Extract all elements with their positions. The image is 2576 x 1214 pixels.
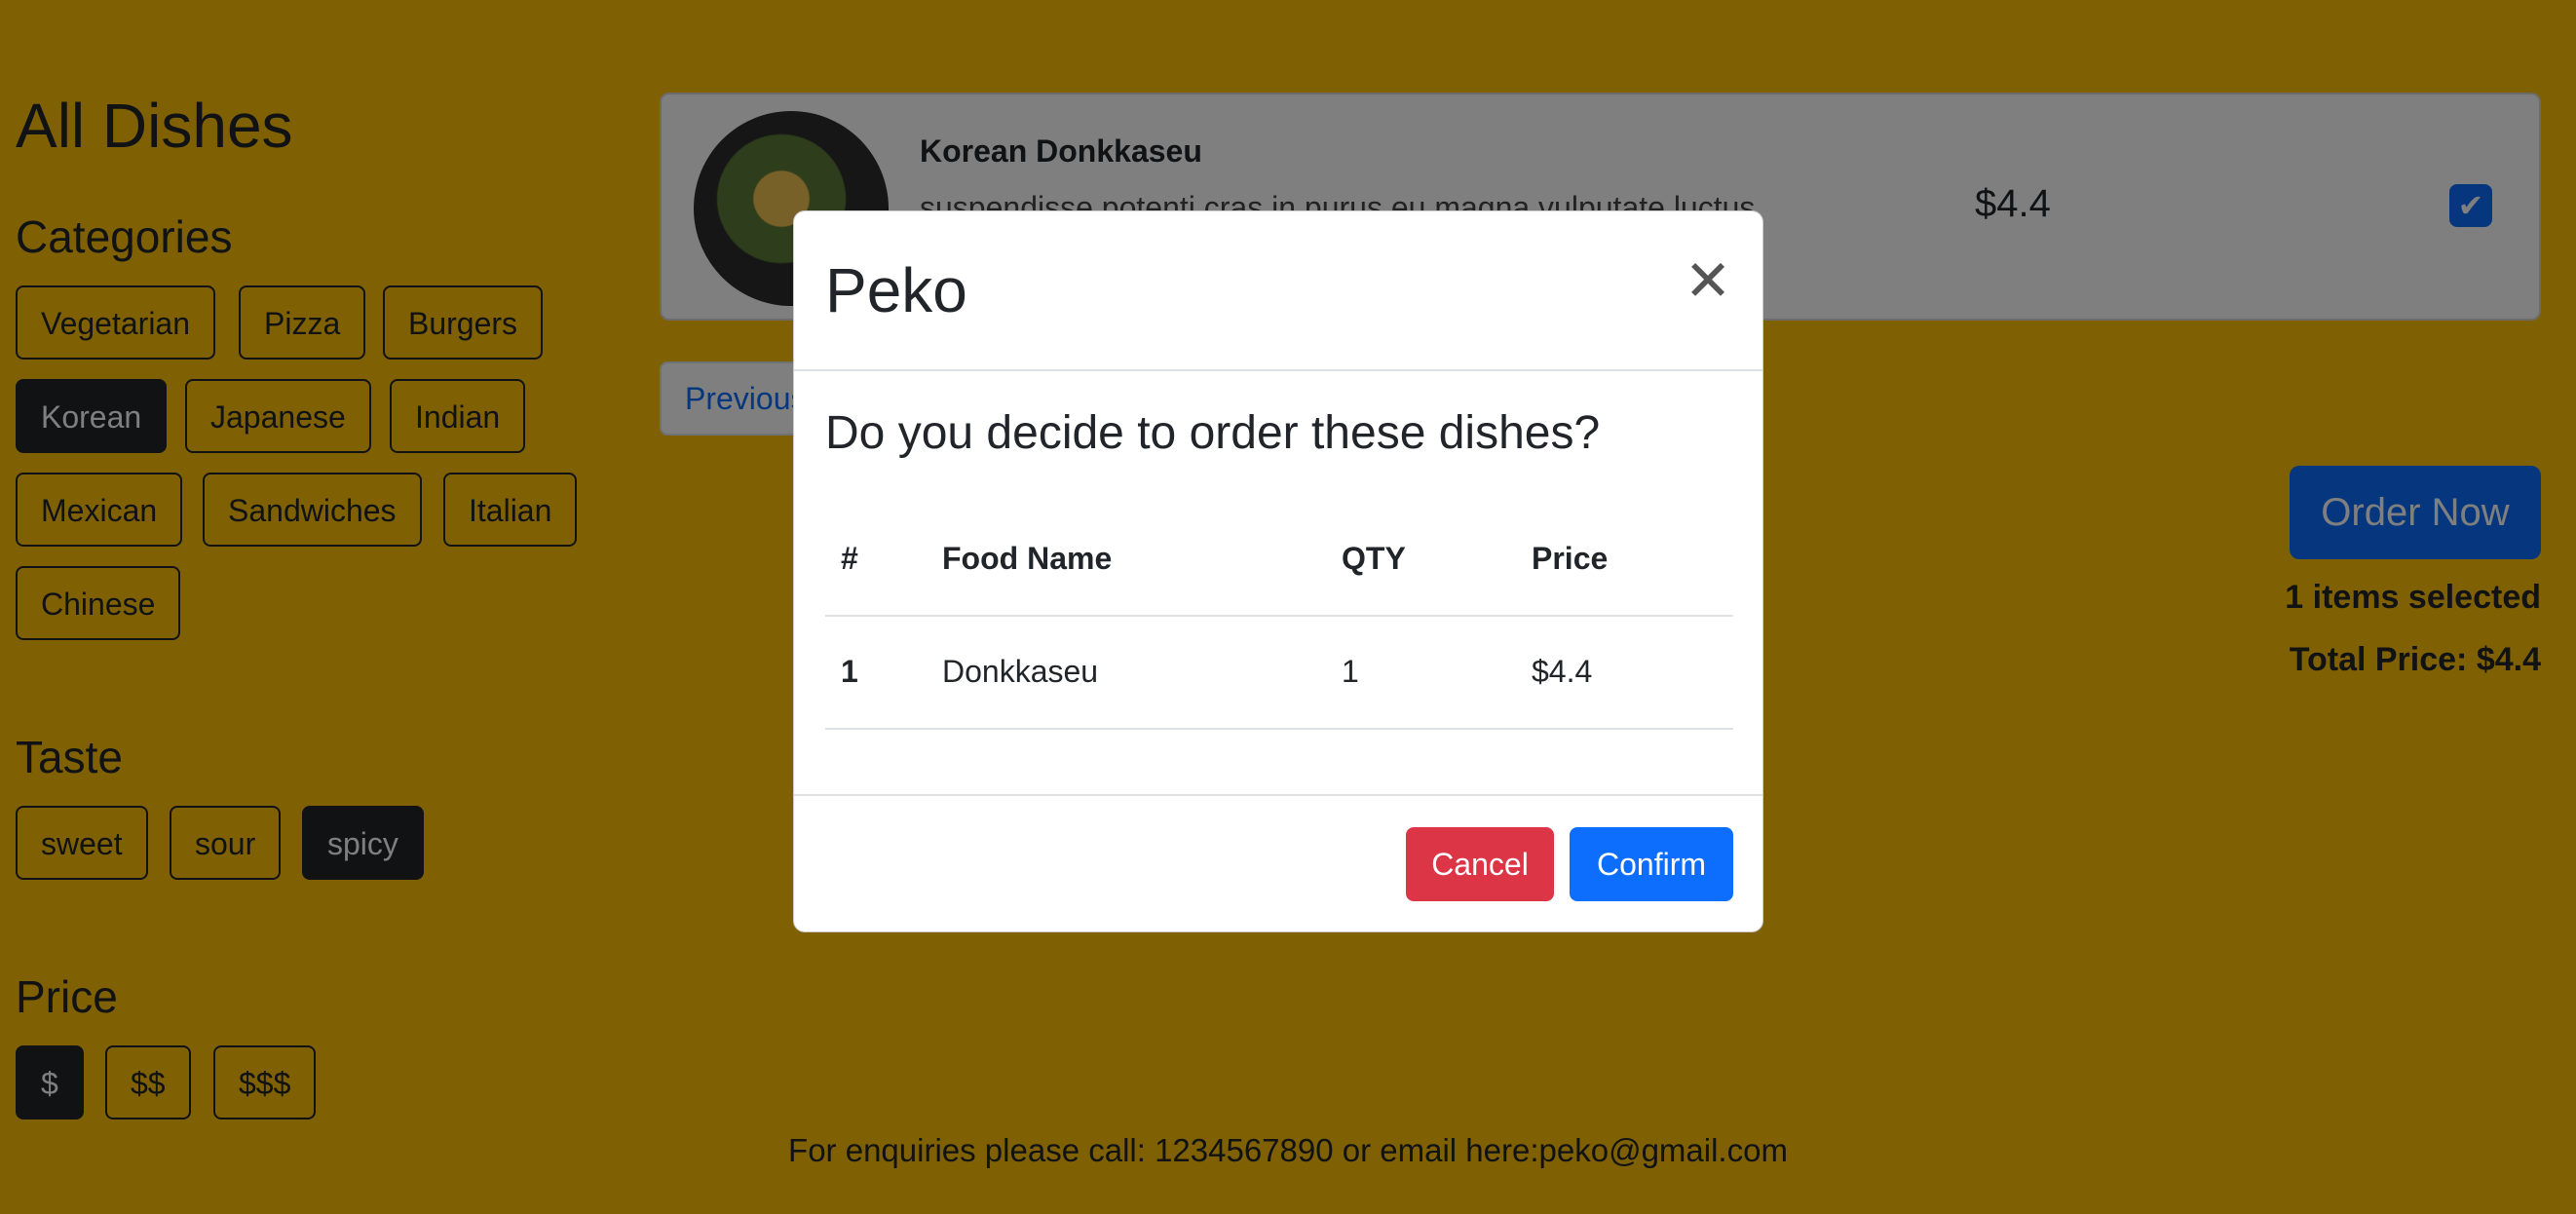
table-header-qty: QTY	[1342, 541, 1406, 576]
table-cell-qty: 1	[1342, 654, 1359, 689]
table-header-food-name: Food Name	[942, 541, 1113, 576]
close-icon: ✕	[1684, 249, 1732, 313]
modal-header: Peko ✕	[794, 211, 1762, 371]
confirm-button[interactable]: Confirm	[1570, 827, 1733, 901]
cancel-button[interactable]: Cancel	[1406, 827, 1554, 901]
table-row: 1 Donkkaseu 1 $4.4	[825, 617, 1733, 730]
modal-footer: Cancel Confirm	[794, 794, 1762, 932]
modal-question: Do you decide to order these dishes?	[825, 407, 1601, 459]
table-cell-food-name: Donkkaseu	[942, 654, 1099, 689]
table-header-price: Price	[1532, 541, 1609, 576]
table-header-row: # Food Name QTY Price	[825, 504, 1733, 617]
modal-title: Peko	[825, 255, 967, 325]
table-cell-index: 1	[841, 654, 858, 689]
modal-close-button[interactable]: ✕	[1679, 253, 1737, 313]
order-confirm-modal: Peko ✕ Do you decide to order these dish…	[793, 210, 1763, 932]
table-cell-price: $4.4	[1532, 654, 1593, 689]
table-header-index: #	[841, 541, 858, 576]
